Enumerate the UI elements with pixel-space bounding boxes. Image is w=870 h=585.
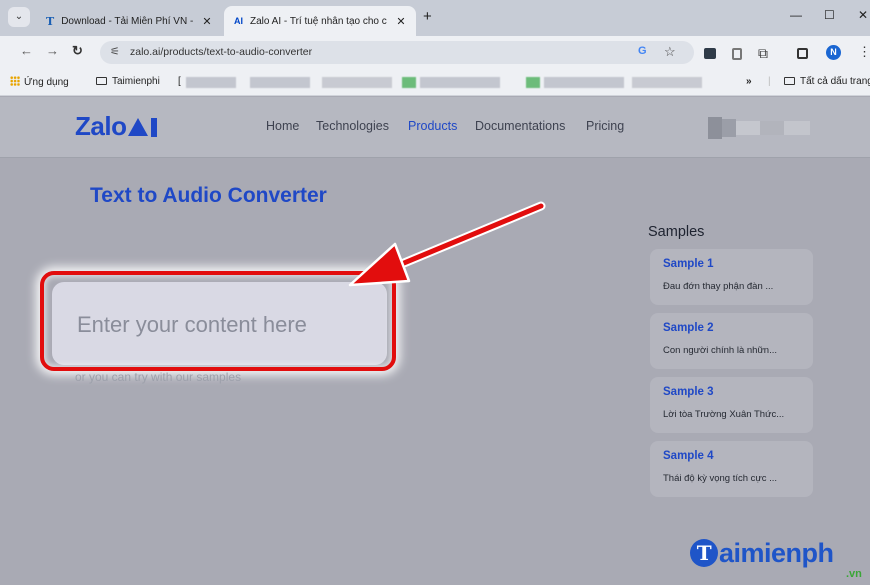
taimienphi-watermark: Taimienph — [690, 538, 834, 569]
sample-card[interactable]: Sample 2 Con người chính là nhữn... — [650, 313, 813, 369]
sample-name: Sample 3 — [663, 386, 714, 398]
watermark-logo-icon: T — [690, 539, 718, 567]
sample-desc: Thái độ kỳ vọng tích cực ... — [663, 473, 778, 484]
sample-card[interactable]: Sample 1 Đau đớn thay phận đàn ... — [650, 249, 813, 305]
sample-card[interactable]: Sample 4 Thái độ kỳ vọng tích cực ... — [650, 441, 813, 497]
sample-card[interactable]: Sample 3 Lời tòa Trường Xuân Thức... — [650, 377, 813, 433]
sample-name: Sample 1 — [663, 258, 714, 270]
watermark-suffix: .vn — [846, 568, 862, 580]
sample-name: Sample 2 — [663, 322, 714, 334]
sample-desc: Đau đớn thay phận đàn ... — [663, 281, 774, 292]
sample-desc: Con người chính là nhữn... — [663, 345, 778, 356]
samples-heading: Samples — [648, 224, 705, 240]
sample-desc: Lời tòa Trường Xuân Thức... — [663, 409, 785, 420]
sample-name: Sample 4 — [663, 450, 714, 462]
